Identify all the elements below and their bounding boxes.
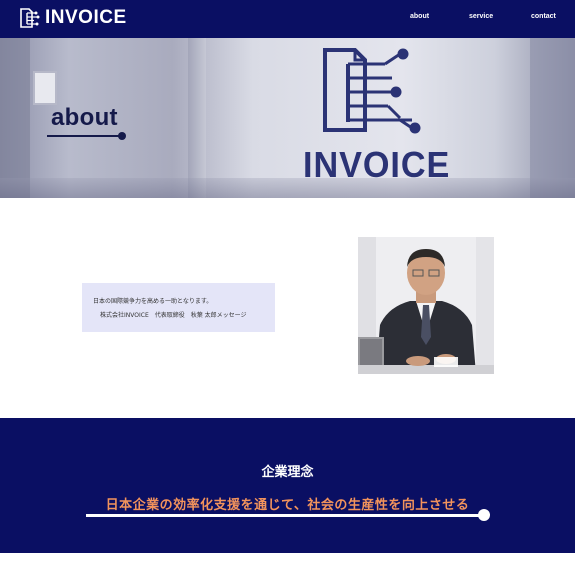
nav-service[interactable]: service [469,13,493,20]
hero-background-pillar [0,38,30,198]
glass-invoice-text: INVOICE [303,144,451,185]
nav-about[interactable]: about [410,13,429,20]
nav-contact[interactable]: contact [531,13,556,20]
hero-background-wall [530,38,575,198]
hero-background-door [188,38,206,198]
glass-invoice-logo-icon [323,48,421,134]
philosophy-slogan: 日本企業の効率化支援を通じて、社会の生産性を向上させる [105,498,470,513]
page-title: about [51,104,118,131]
title-underline [47,135,122,137]
ceo-portrait-photo [358,237,494,374]
logo-text: INVOICE [45,7,127,28]
philosophy-title: 企業理念 [261,465,314,480]
site-logo[interactable]: INVOICE [19,7,127,29]
invoice-logo-icon [20,8,40,28]
ceo-message-box: 日本の国際競争力を高める一助となります。 株式会社INVOICE 代表取締役 秋… [82,283,275,332]
ceo-portrait-illustration [358,237,494,374]
hero-background-panel [33,71,57,105]
hero-background-floor [0,178,575,198]
site-header: INVOICE about service contact [0,0,575,38]
slogan-underline-dot [478,509,490,521]
ceo-message-text: 日本の国際競争力を高める一助となります。 [93,298,213,305]
ceo-message-signature: 株式会社INVOICE 代表取締役 秋葉 太郎メッセージ [100,312,247,319]
hero-banner: INVOICE about [0,38,575,198]
title-underline-dot [118,132,126,140]
slogan-underline [86,514,484,517]
philosophy-section: 企業理念 日本企業の効率化支援を通じて、社会の生産性を向上させる [0,418,575,553]
